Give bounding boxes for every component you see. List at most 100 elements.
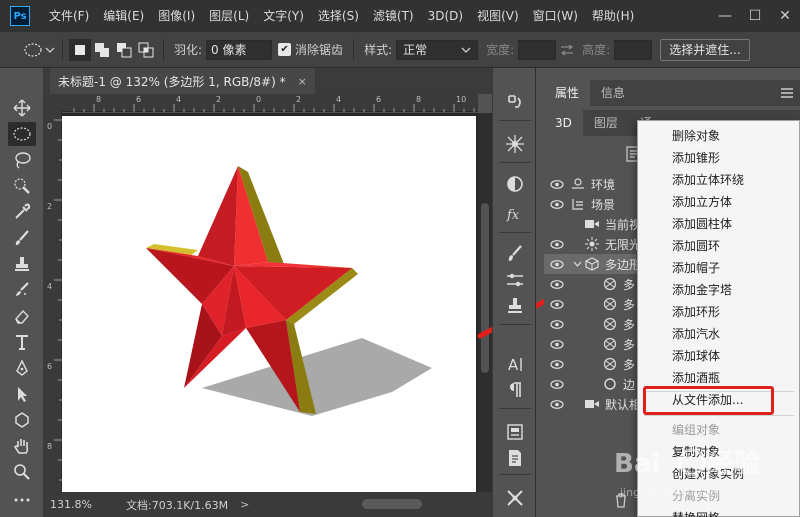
menu-help[interactable]: 帮助(H) [585,0,641,32]
intersect-selection-icon[interactable] [135,39,157,61]
menu-layer[interactable]: 图层(L) [202,0,256,32]
pen-tool-icon[interactable] [8,356,36,380]
menu-image[interactable]: 图像(I) [151,0,202,32]
menu-item-add-pyramid[interactable]: 添加金字塔 [638,279,799,301]
antialias-checkbox[interactable]: ✔ [278,43,292,56]
3d-panel-icon[interactable] [503,132,527,156]
notes-panel-icon[interactable] [503,446,527,470]
tab-3d[interactable]: 3D [544,110,583,136]
3d-star-object[interactable] [62,116,476,492]
stamp-tool-icon[interactable] [8,252,36,276]
swap-width-height-icon[interactable] [556,39,578,61]
more-tools-icon[interactable] [8,488,36,512]
hand-tool-icon[interactable] [8,434,36,458]
menu-item-add-sphere[interactable]: 添加球体 [638,345,799,367]
width-input[interactable] [518,39,557,60]
visibility-eye-icon[interactable] [544,359,570,369]
menu-select[interactable]: 选择(S) [311,0,366,32]
visibility-eye-icon[interactable] [544,239,570,249]
visibility-eye-icon[interactable] [544,339,570,349]
character-panel-icon[interactable]: A [503,352,527,376]
eyedropper-tool-icon[interactable] [8,200,36,224]
vertical-ruler[interactable]: 0 2 4 6 8 [44,112,62,492]
menu-edit[interactable]: 编辑(E) [96,0,151,32]
menu-view[interactable]: 视图(V) [470,0,526,32]
visibility-eye-icon[interactable] [544,279,570,289]
horizontal-scrollbar-thumb[interactable] [362,499,422,509]
menu-item-add-cube[interactable]: 添加立方体 [638,191,799,213]
styles-fx-panel-icon[interactable]: fx [503,202,527,226]
visibility-eye-icon[interactable] [544,259,570,269]
divider [499,232,531,233]
type-tool-icon[interactable] [8,330,36,354]
new-selection-icon[interactable] [69,38,91,61]
zoom-tool-icon[interactable] [8,460,36,484]
tab-properties[interactable]: 属性 [544,80,591,106]
document-size-info[interactable]: 文档:703.1K/1.63M [126,497,228,513]
expand-chevron-icon[interactable] [570,261,584,267]
menu-item-add-cone[interactable]: 添加锥形 [638,147,799,169]
shape-tool-icon[interactable] [8,408,36,432]
path-selection-tool-icon[interactable] [8,382,36,406]
menu-item-add-cylinder[interactable]: 添加圆柱体 [638,213,799,235]
close-window-button[interactable]: ✕ [770,0,800,32]
move-tool-icon[interactable] [8,96,36,120]
visibility-eye-icon[interactable] [544,199,570,209]
select-and-mask-button[interactable]: 选择并遮住... [660,38,750,61]
quick-selection-tool-icon[interactable] [8,174,36,198]
tab-layers[interactable]: 图层 [583,110,629,136]
menu-item-add-soda[interactable]: 添加汽水 [638,323,799,345]
lasso-tool-icon[interactable] [8,148,36,172]
brushes-panel-icon[interactable] [503,242,527,266]
menu-filter[interactable]: 滤镜(T) [366,0,421,32]
menu-file[interactable]: 文件(F) [42,0,96,32]
elliptical-marquee-tool-icon[interactable] [8,122,36,146]
status-menu-arrow[interactable]: > [240,498,249,511]
close-tab-icon[interactable]: × [298,75,307,88]
visibility-eye-icon[interactable] [544,399,570,409]
menu-item-add-ring[interactable]: 添加环形 [638,301,799,323]
brush-tool-icon[interactable] [8,226,36,250]
visibility-eye-icon[interactable] [544,379,570,389]
ruler-origin[interactable] [44,94,62,112]
subtract-from-selection-icon[interactable] [113,39,135,61]
panel-menu-icon[interactable] [780,86,794,100]
visibility-eye-icon[interactable] [544,179,570,189]
history-brush-tool-icon[interactable] [8,278,36,302]
ruler-label: 2 [216,95,222,104]
ruler-label: 2 [47,202,53,211]
zoom-level[interactable]: 131.8% [50,498,116,511]
height-input[interactable] [614,39,653,60]
menu-type[interactable]: 文字(Y) [256,0,311,32]
menu-window[interactable]: 窗口(W) [526,0,585,32]
minimize-button[interactable]: — [710,0,740,32]
document-tab[interactable]: 未标题-1 @ 132% (多边形 1, RGB/8#) * × [50,68,315,94]
clone-source-panel-icon[interactable] [503,294,527,318]
menu-item-delete-object[interactable]: 删除对象 [638,125,799,147]
canvas-area[interactable] [62,113,478,492]
add-to-selection-icon[interactable] [91,39,113,61]
chevron-down-icon[interactable] [44,39,56,61]
tab-info[interactable]: 信息 [590,80,636,106]
history-panel-icon[interactable] [503,90,527,114]
maximize-button[interactable]: ☐ [740,0,770,32]
document-canvas[interactable] [62,116,476,492]
menu-item-add-donut[interactable]: 添加圆环 [638,235,799,257]
visibility-eye-icon[interactable] [544,299,570,309]
menu-item-add-cube-wrap[interactable]: 添加立体环绕 [638,169,799,191]
elliptical-marquee-preset-icon[interactable] [22,39,44,61]
visibility-eye-icon[interactable] [544,319,570,329]
horizontal-ruler[interactable]: 8 6 4 2 0 2 4 6 8 10 [62,94,478,112]
style-select[interactable]: 正常 [396,39,479,60]
layer-comps-panel-icon[interactable] [503,420,527,444]
adjustments-panel-icon[interactable] [503,172,527,196]
height-label: 高度: [582,43,611,57]
paragraph-panel-icon[interactable] [503,378,527,402]
feather-input[interactable]: 0 像素 [206,39,273,60]
brush-settings-panel-icon[interactable] [503,268,527,292]
menu-item-add-hat[interactable]: 添加帽子 [638,257,799,279]
tools-presets-panel-icon[interactable] [503,486,527,510]
menu-3d[interactable]: 3D(D) [421,0,470,32]
eraser-tool-icon[interactable] [8,304,36,328]
photoshop-logo-icon[interactable]: Ps [10,6,30,26]
